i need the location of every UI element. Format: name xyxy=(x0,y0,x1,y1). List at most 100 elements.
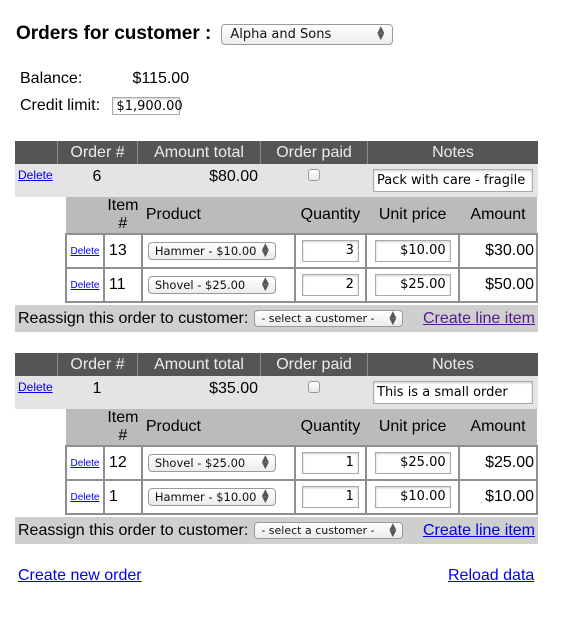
product-select-value: Shovel - $25.00 xyxy=(154,278,246,292)
item-col-blank xyxy=(66,197,104,234)
delete-item-link[interactable]: Delete xyxy=(71,280,100,291)
product-select[interactable]: Shovel - $25.00 ▲ ▼ xyxy=(147,276,276,294)
order-col-paid: Order paid xyxy=(260,353,367,376)
balance-label: Balance: xyxy=(20,70,83,87)
product-select[interactable]: Hammer - $10.00 ▲ ▼ xyxy=(147,488,276,506)
product-select-value: Hammer - $10.00 xyxy=(154,244,257,258)
order-col-blank xyxy=(15,141,57,164)
order-notes-input[interactable]: This is a small order xyxy=(373,381,533,404)
item-amount: $50.00 xyxy=(457,267,539,303)
reassign-bar: Reassign this order to customer: - selec… xyxy=(15,517,538,544)
unit-price-input[interactable]: $25.00 xyxy=(374,274,451,296)
order-col-number: Order # xyxy=(57,141,137,164)
order-col-paid: Order paid xyxy=(260,141,367,164)
credit-limit-input[interactable]: $1,900.00 xyxy=(112,97,183,115)
item-amount: $10.00 xyxy=(457,479,539,515)
balance-value: $115.00 xyxy=(132,70,190,87)
product-select-value: Shovel - $25.00 xyxy=(154,456,246,470)
order-row: Delete 6 $80.00 Pack with care - fragile xyxy=(15,164,538,197)
reassign-label: Reassign this order to customer: xyxy=(18,309,249,327)
item-col-quantity: Quantity xyxy=(294,409,367,446)
quantity-input[interactable]: 1 xyxy=(301,452,359,474)
order-notes-input[interactable]: Pack with care - fragile xyxy=(373,169,533,192)
product-select[interactable]: Hammer - $10.00 ▲ ▼ xyxy=(147,242,276,260)
line-item-row: Delete 13 Hammer - $10.00 ▲ ▼ 3 $10.00 $30… xyxy=(65,233,539,269)
quantity-input[interactable]: 2 xyxy=(301,274,359,296)
line-items-table: Item # Product Quantity Unit price Amoun… xyxy=(65,197,539,303)
order-col-amount: Amount total xyxy=(137,141,260,164)
select-arrows-icon: ▲ ▼ xyxy=(261,276,269,293)
delete-order-link[interactable]: Delete xyxy=(18,168,53,182)
unit-price-input[interactable]: $25.00 xyxy=(374,452,451,474)
item-col-number: Item # xyxy=(103,409,142,446)
order-paid-checkbox[interactable] xyxy=(307,381,320,393)
order-paid-checkbox[interactable] xyxy=(307,169,320,181)
line-items-table: Item # Product Quantity Unit price Amoun… xyxy=(65,409,539,515)
delete-item-link[interactable]: Delete xyxy=(71,246,100,257)
delete-order-link[interactable]: Delete xyxy=(18,380,53,394)
order-amount-total: $80.00 xyxy=(209,168,258,185)
item-col-amount: Amount xyxy=(458,409,537,446)
item-col-quantity: Quantity xyxy=(294,197,367,234)
item-number: 12 xyxy=(102,445,143,481)
create-new-order-link[interactable]: Create new order xyxy=(18,567,142,585)
item-col-number: Item # xyxy=(103,197,142,234)
delete-item-link[interactable]: Delete xyxy=(71,492,100,503)
customer-select-value: Alpha and Sons xyxy=(230,26,332,42)
select-arrows-icon: ▲ ▼ xyxy=(377,25,385,42)
select-arrows-icon: ▲ ▼ xyxy=(261,488,269,505)
order-amount-total: $35.00 xyxy=(209,380,258,397)
select-arrows-icon: ▲ ▼ xyxy=(389,521,397,539)
line-item-row: Delete 11 Shovel - $25.00 ▲ ▼ 2 $25.00 $50… xyxy=(65,267,539,303)
item-amount: $30.00 xyxy=(457,233,539,269)
order-col-notes: Notes xyxy=(367,141,538,164)
unit-price-input[interactable]: $10.00 xyxy=(374,240,451,262)
create-line-item-link[interactable]: Create line item xyxy=(423,310,535,328)
balance-row: Balance: $115.00 xyxy=(20,70,189,88)
item-col-product: Product xyxy=(141,409,295,446)
order-block: Order # Amount total Order paid Notes De… xyxy=(15,141,539,332)
order-number: 6 xyxy=(92,168,102,185)
line-item-row: Delete 1 Hammer - $10.00 ▲ ▼ 1 $10.00 $10.… xyxy=(65,479,539,515)
order-header-row: Order # Amount total Order paid Notes xyxy=(15,141,538,164)
order-block: Order # Amount total Order paid Notes De… xyxy=(15,353,539,544)
quantity-input[interactable]: 1 xyxy=(301,486,359,508)
order-col-blank xyxy=(15,353,57,376)
reassign-customer-select[interactable]: - select a customer - ▲ ▼ xyxy=(254,521,404,539)
line-item-row: Delete 12 Shovel - $25.00 ▲ ▼ 1 $25.00 $25… xyxy=(65,445,539,481)
delete-item-link[interactable]: Delete xyxy=(71,458,100,469)
credit-limit-row: Credit limit: $1,900.00 xyxy=(20,97,183,115)
reassign-select-value: - select a customer - xyxy=(261,312,375,325)
product-select[interactable]: Shovel - $25.00 ▲ ▼ xyxy=(147,454,276,472)
quantity-input[interactable]: 3 xyxy=(301,240,359,262)
item-col-unit-price: Unit price xyxy=(366,409,459,446)
customer-select[interactable]: Alpha and Sons ▲ ▼ xyxy=(221,23,394,45)
select-arrows-icon: ▲ ▼ xyxy=(261,242,269,259)
order-row: Delete 1 $35.00 This is a small order xyxy=(15,376,538,409)
product-select-value: Hammer - $10.00 xyxy=(154,490,257,504)
order-col-notes: Notes xyxy=(367,353,538,376)
select-arrows-icon: ▲ ▼ xyxy=(389,309,397,327)
order-col-amount: Amount total xyxy=(137,353,260,376)
order-col-number: Order # xyxy=(57,353,137,376)
page-title: Orders for customer : xyxy=(16,23,212,44)
reassign-bar: Reassign this order to customer: - selec… xyxy=(15,305,538,332)
item-col-amount: Amount xyxy=(458,197,537,234)
item-number: 1 xyxy=(102,479,143,515)
reload-data-link[interactable]: Reload data xyxy=(448,567,534,585)
order-header-row: Order # Amount total Order paid Notes xyxy=(15,353,538,376)
reassign-customer-select[interactable]: - select a customer - ▲ ▼ xyxy=(254,309,404,327)
unit-price-input[interactable]: $10.00 xyxy=(374,486,451,508)
items-header-row: Item # Product Quantity Unit price Amoun… xyxy=(66,409,537,446)
item-number: 13 xyxy=(102,233,143,269)
title-row: Orders for customer : Alpha and Sons ▲ ▼ xyxy=(16,23,394,45)
create-line-item-link[interactable]: Create line item xyxy=(423,522,535,540)
reassign-select-value: - select a customer - xyxy=(261,524,375,537)
item-amount: $25.00 xyxy=(457,445,539,481)
reassign-label: Reassign this order to customer: xyxy=(18,521,249,539)
items-header-row: Item # Product Quantity Unit price Amoun… xyxy=(66,197,537,234)
order-number: 1 xyxy=(92,380,102,397)
item-col-blank xyxy=(66,409,104,446)
item-col-unit-price: Unit price xyxy=(366,197,459,234)
item-number: 11 xyxy=(102,267,143,303)
